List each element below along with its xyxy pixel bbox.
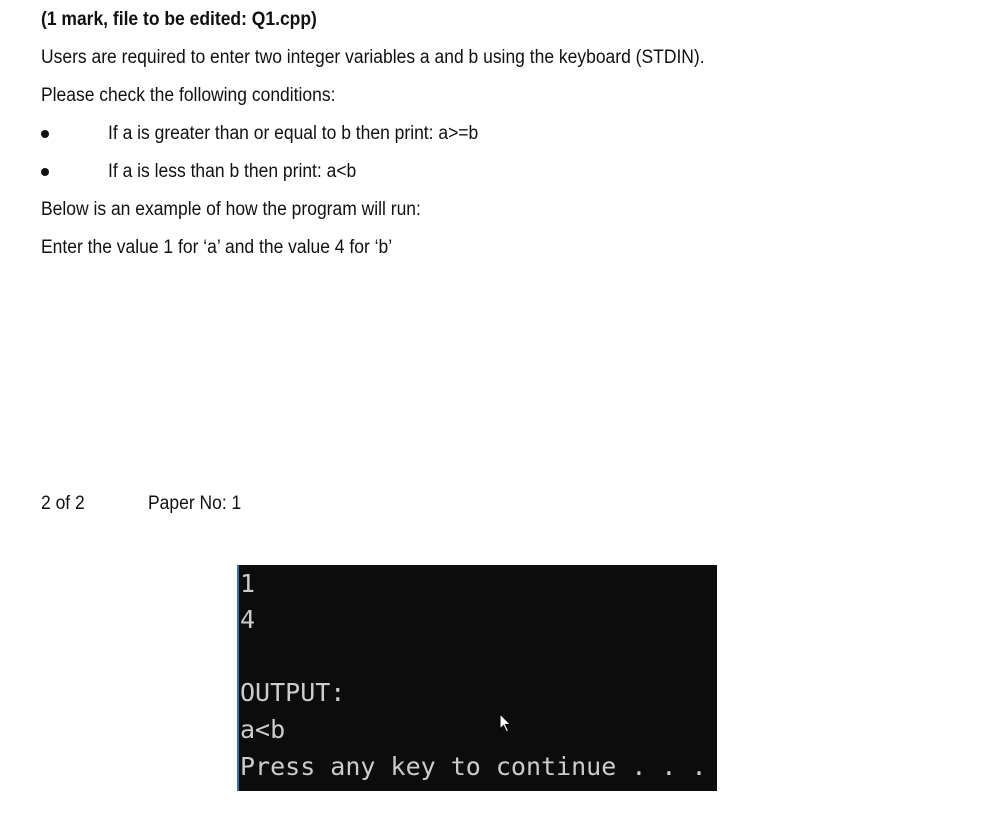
mouse-pointer-icon (499, 713, 512, 733)
example-input-text: Enter the value 1 for ‘a’ and the value … (41, 237, 393, 258)
condition-bullet-1 (41, 130, 49, 138)
page-number: 2 of 2 (41, 493, 85, 514)
question-intro: Users are required to enter two integer … (41, 47, 705, 68)
console-input-b: 4 (240, 605, 256, 634)
console-output-result: a<b (240, 715, 286, 744)
console-continue-prompt: Press any key to continue . . . (240, 752, 707, 781)
example-intro: Below is an example of how the program w… (41, 199, 421, 220)
condition-bullet-2 (41, 168, 49, 176)
console-window: 1 4 OUTPUT: a<b Press any key to continu… (237, 565, 717, 791)
condition-text-1: If a is greater than or equal to b then … (108, 123, 479, 144)
question-heading: (1 mark, file to be edited: Q1.cpp) (41, 9, 317, 30)
paper-number: Paper No: 1 (148, 493, 242, 514)
console-input-a: 1 (240, 569, 256, 598)
console-output-label: OUTPUT: (240, 678, 346, 707)
conditions-prompt: Please check the following conditions: (41, 85, 336, 106)
condition-text-2: If a is less than b then print: a<b (108, 161, 357, 182)
